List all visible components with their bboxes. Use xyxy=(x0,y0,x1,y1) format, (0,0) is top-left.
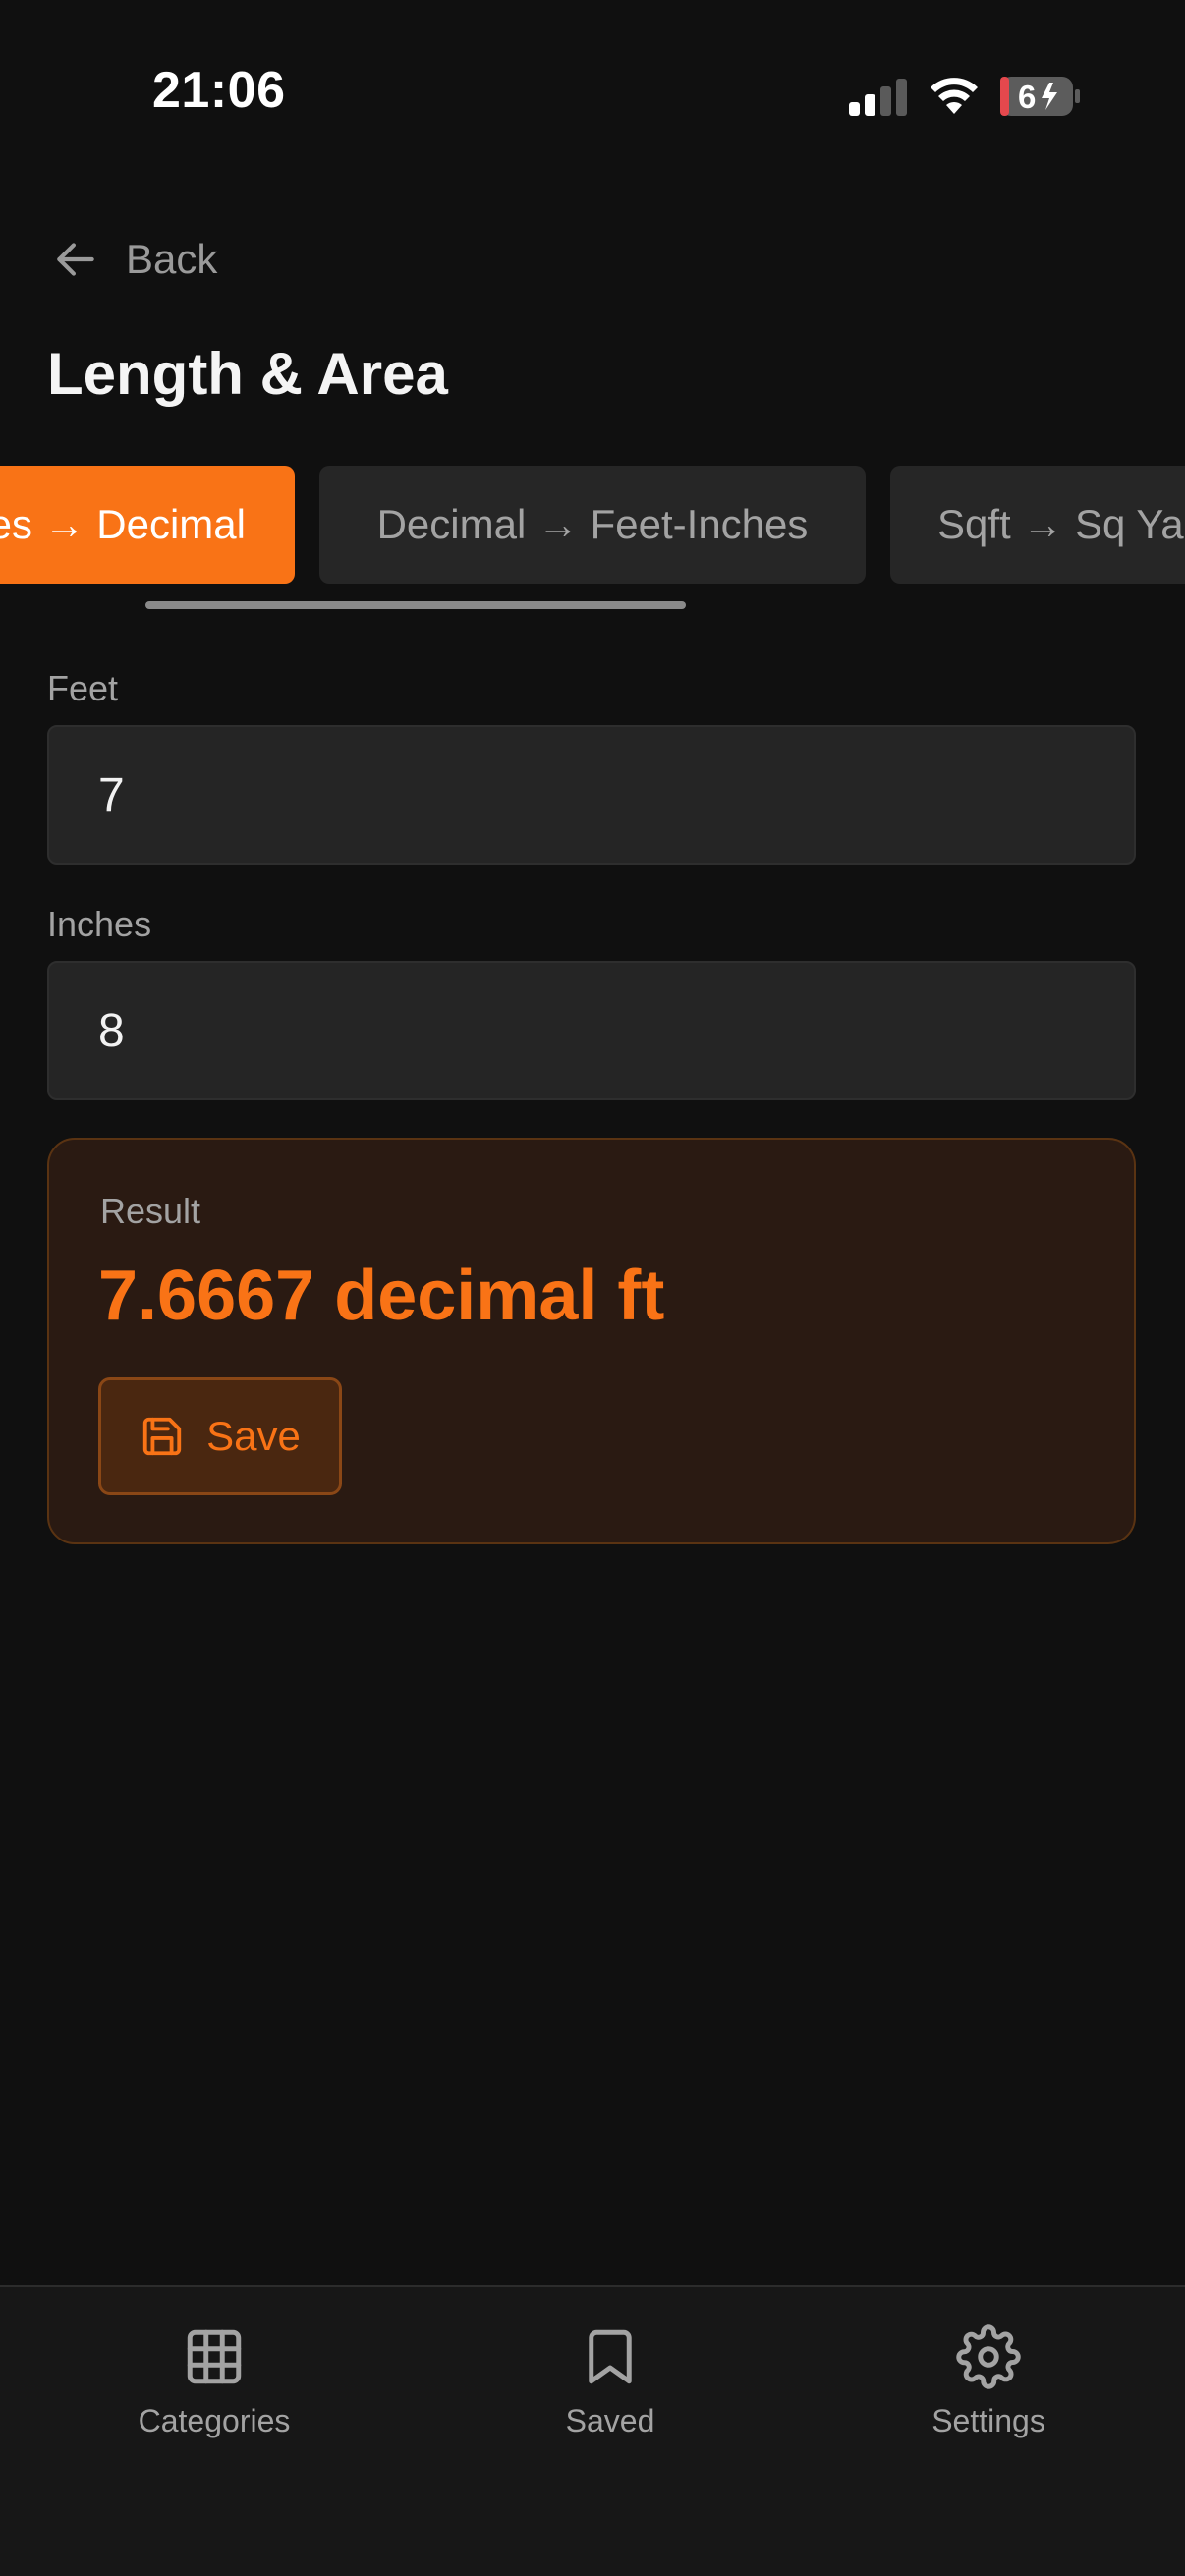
converter-tabs: es → Decimal Decimal → Feet-Inches Sqft … xyxy=(0,466,1185,584)
bookmark-icon xyxy=(589,2329,632,2384)
result-value: 7.6667 decimal ft xyxy=(98,1257,665,1335)
nav-item-saved[interactable]: Saved xyxy=(482,2324,738,2439)
inches-label: Inches xyxy=(47,904,152,944)
save-button[interactable]: Save xyxy=(98,1377,342,1495)
inches-input[interactable]: 8 xyxy=(47,961,1136,1100)
arrow-left-icon xyxy=(57,243,94,276)
nav-label-categories: Categories xyxy=(138,2403,291,2438)
nav-label-saved: Saved xyxy=(565,2403,655,2438)
save-label: Save xyxy=(206,1413,301,1459)
save-icon xyxy=(142,1417,182,1456)
back-button[interactable]: Back xyxy=(51,230,217,289)
nav-item-settings[interactable]: Settings xyxy=(861,2324,1116,2439)
page-title: Length & Area xyxy=(47,341,448,407)
grid-icon xyxy=(187,2329,242,2384)
back-label: Back xyxy=(126,236,218,282)
gear-icon xyxy=(956,2324,1021,2389)
battery-charging-icon: 6 xyxy=(1000,77,1081,116)
tab-feet-inches-to-decimal[interactable]: es → Decimal xyxy=(0,466,295,584)
nav-label-settings: Settings xyxy=(931,2403,1045,2438)
bottom-nav: Categories Saved Settings xyxy=(0,2285,1185,2576)
tab-sqft-to-sq-yards[interactable]: Sqft → Sq Ya xyxy=(890,466,1185,584)
tabs-scrollbar[interactable] xyxy=(145,601,686,609)
battery-level: 6 xyxy=(1018,79,1037,115)
status-time: 21:06 xyxy=(152,62,286,119)
signal-icon xyxy=(849,79,907,116)
feet-input[interactable]: 7 xyxy=(47,725,1136,865)
wifi-icon xyxy=(931,78,978,114)
feet-label: Feet xyxy=(47,668,119,708)
result-card: Result 7.6667 decimal ft Save xyxy=(47,1138,1136,1544)
tab-decimal-to-feet-inches[interactable]: Decimal → Feet-Inches xyxy=(319,466,866,584)
nav-item-categories[interactable]: Categories xyxy=(86,2324,342,2439)
result-label: Result xyxy=(100,1191,201,1231)
